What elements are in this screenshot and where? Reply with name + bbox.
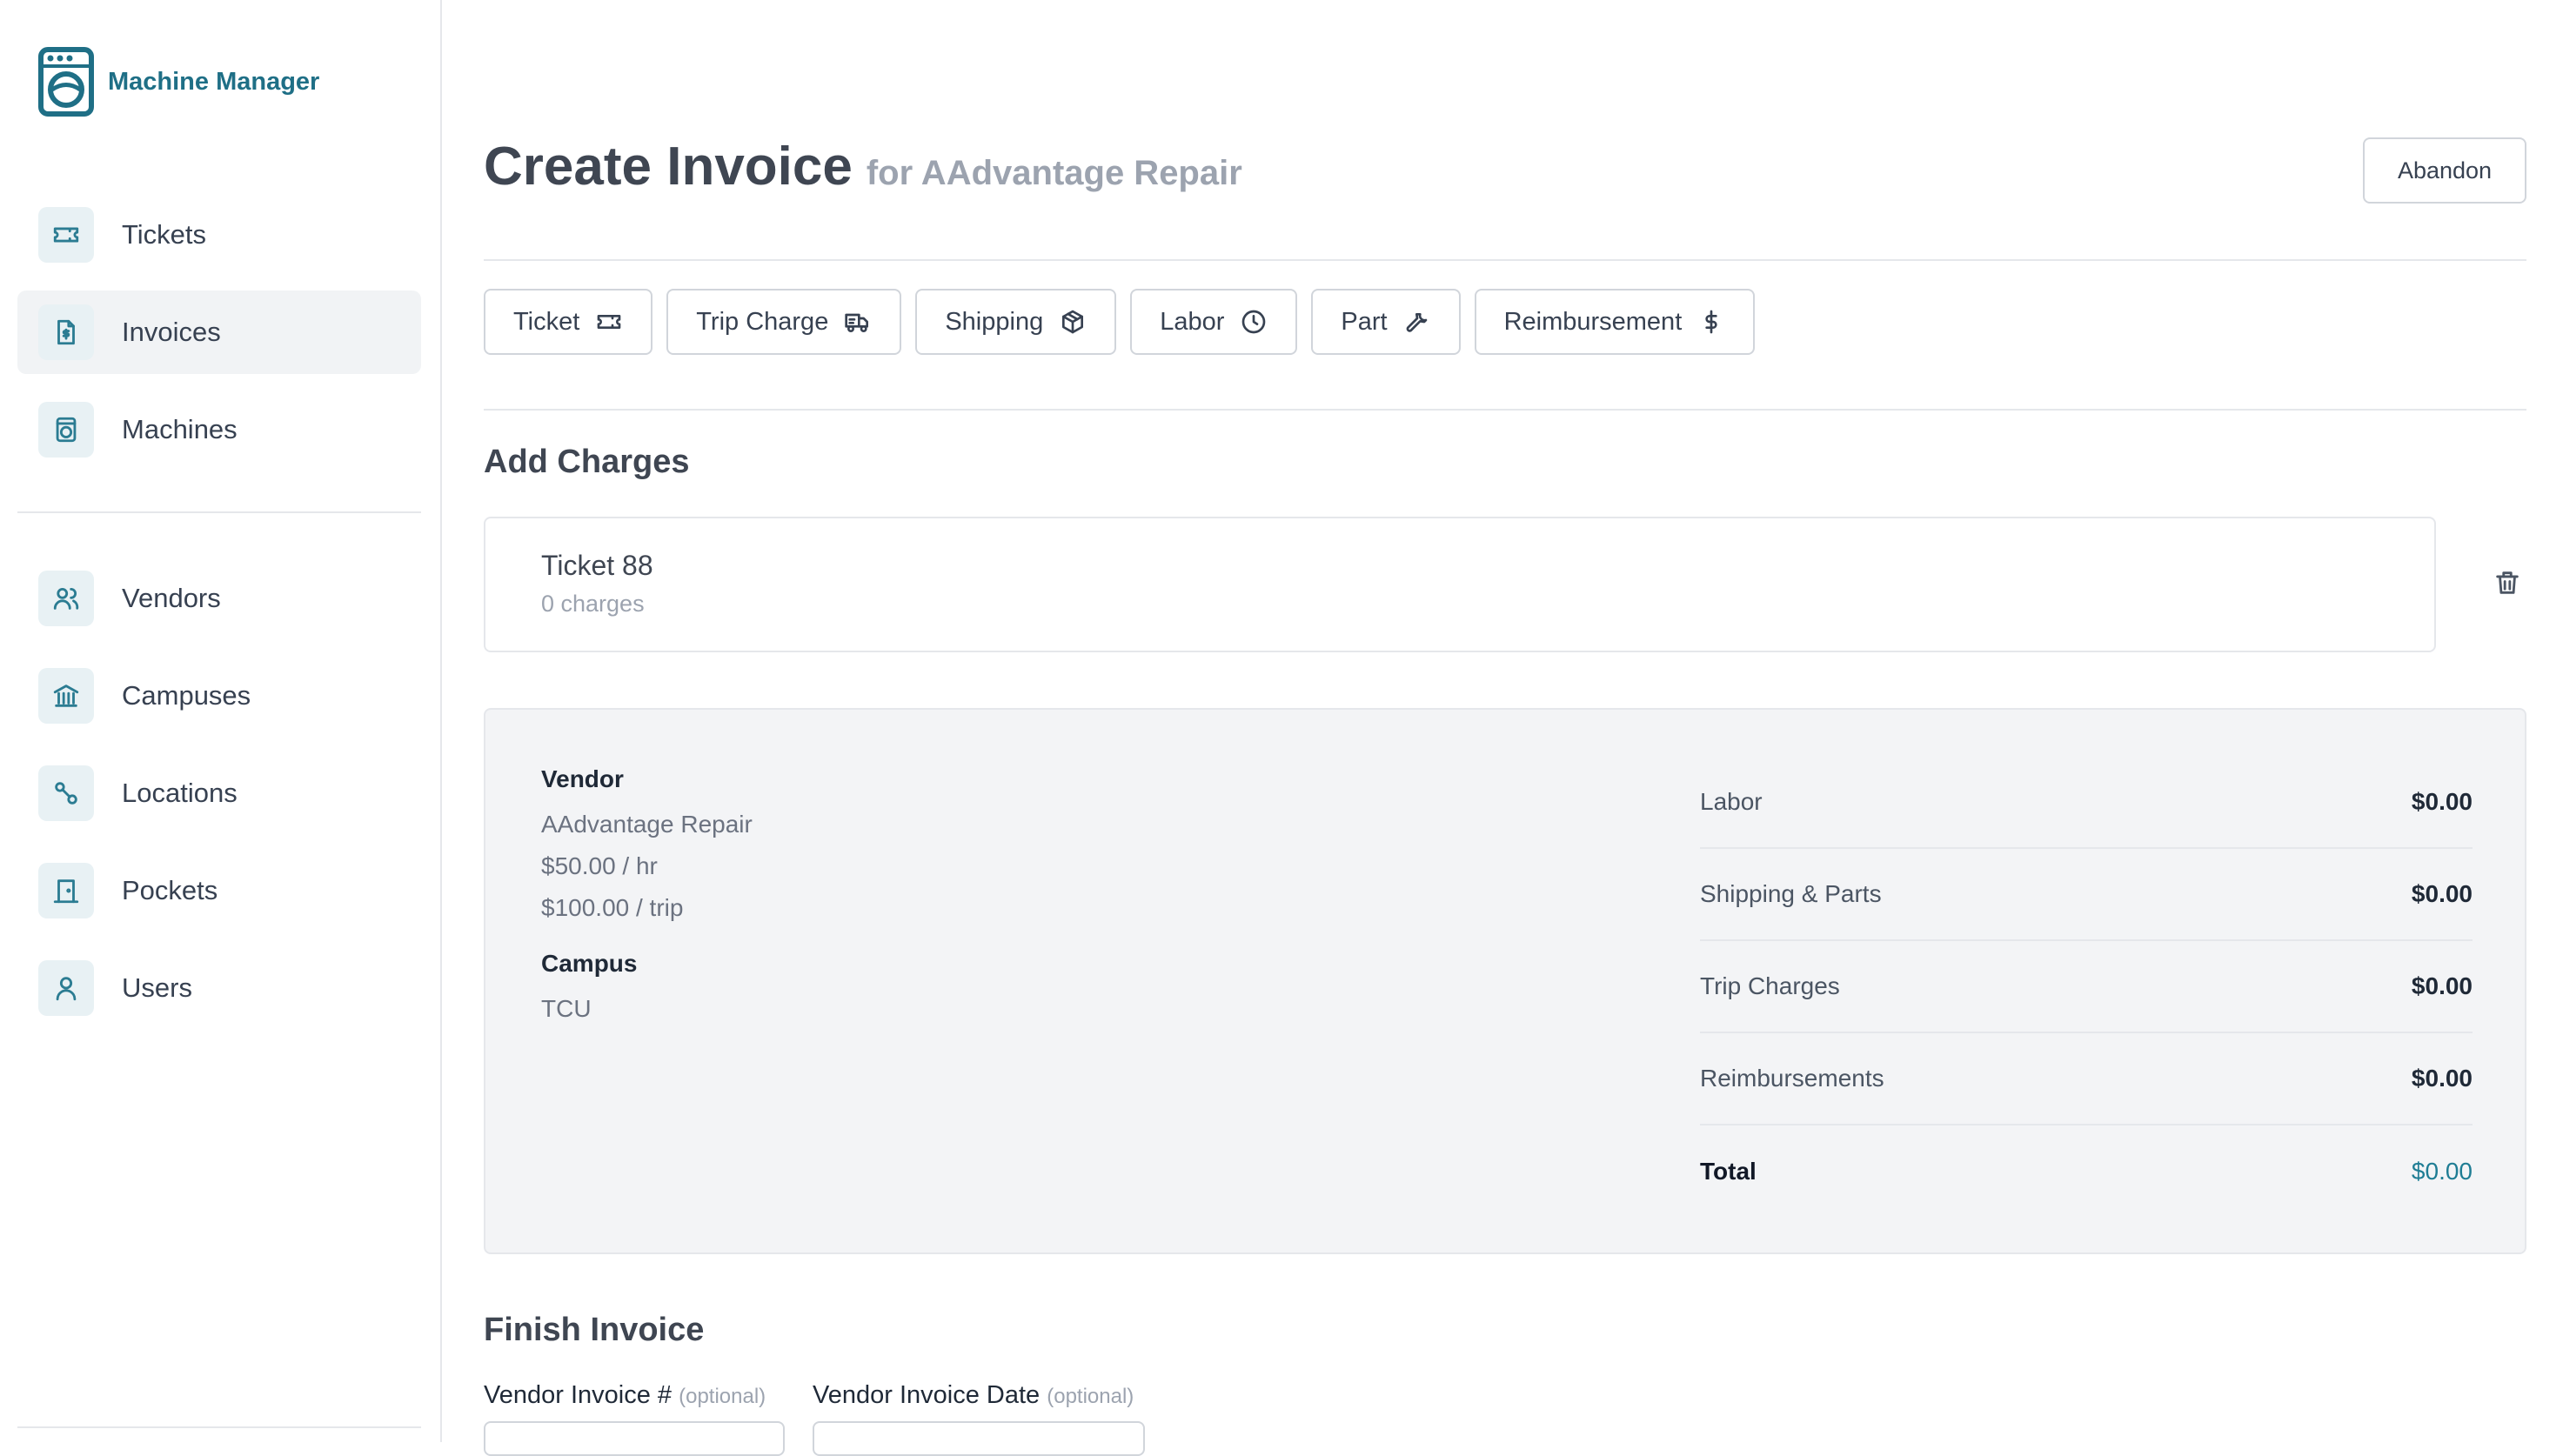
- sidebar-item-machines[interactable]: Machines: [17, 388, 421, 471]
- washing-machine-icon: [38, 402, 94, 458]
- ticket-charge-count: 0 charges: [541, 591, 645, 617]
- sidebar-footer-divider: [17, 1426, 421, 1428]
- users-icon: [38, 571, 94, 626]
- user-icon: [38, 960, 94, 1016]
- chips-divider: [484, 409, 2526, 411]
- sidebar-item-campuses[interactable]: Campuses: [17, 654, 421, 738]
- optional-tag: (optional): [679, 1385, 766, 1408]
- campus-name: TCU: [541, 995, 592, 1022]
- total-row-trip-charges: Trip Charges $0.00: [1700, 941, 2473, 1033]
- sidebar-divider: [17, 511, 421, 513]
- abandon-button[interactable]: Abandon: [2363, 137, 2526, 204]
- invoice-summary: Vendor AAdvantage Repair $50.00 / hr $10…: [484, 708, 2526, 1254]
- sidebar-item-label: Users: [122, 972, 192, 1003]
- add-charges-heading: Add Charges: [484, 444, 690, 480]
- remove-ticket-button[interactable]: [2488, 564, 2526, 602]
- total-row-labor: Labor $0.00: [1700, 757, 2473, 849]
- route-pin-icon: [38, 765, 94, 821]
- add-trip-charge-button[interactable]: Trip Charge: [666, 289, 902, 355]
- ticket-icon: [38, 207, 94, 263]
- truck-icon: [845, 313, 869, 332]
- total-label: Reimbursements: [1700, 1065, 1884, 1092]
- total-value: $0.00: [2411, 880, 2473, 907]
- field-label-text: Vendor Invoice Date: [813, 1381, 1041, 1409]
- secondary-nav: Vendors Campuses Locations Pockets Users: [17, 557, 421, 1044]
- sidebar-item-invoices[interactable]: Invoices: [17, 291, 421, 374]
- main-content: Create Invoice for AAdvantage Repair Aba…: [484, 0, 2526, 1456]
- total-value: $0.00: [2411, 1065, 2473, 1092]
- vendor-info: Vendor AAdvantage Repair $50.00 / hr $10…: [541, 765, 753, 1030]
- sidebar: Machine Manager Tickets Invoices Machine…: [0, 0, 442, 1442]
- sidebar-item-label: Machines: [122, 414, 238, 444]
- brand[interactable]: Machine Manager: [38, 47, 319, 117]
- sidebar-item-label: Vendors: [122, 583, 221, 613]
- door-icon: [38, 863, 94, 918]
- sidebar-item-users[interactable]: Users: [17, 946, 421, 1030]
- ticket-title: Ticket 88: [541, 550, 653, 581]
- sidebar-item-tickets[interactable]: Tickets: [17, 193, 421, 277]
- vendor-block: Vendor AAdvantage Repair $50.00 / hr $10…: [541, 765, 753, 929]
- campus-label: Campus: [541, 950, 638, 977]
- grand-total-label: Total: [1700, 1158, 1757, 1185]
- vendor-invoice-date-input[interactable]: [813, 1421, 1145, 1456]
- vendor-hourly-rate: $50.00 / hr: [541, 852, 658, 879]
- sidebar-item-vendors[interactable]: Vendors: [17, 557, 421, 640]
- add-reimbursement-button[interactable]: Reimbursement: [1474, 289, 1756, 355]
- trash-icon: [2496, 571, 2519, 594]
- washing-machine-logo-icon: [38, 47, 94, 117]
- building-icon: [38, 668, 94, 724]
- total-row-grand-total: Total $0.00: [1700, 1125, 2473, 1218]
- add-part-button[interactable]: Part: [1311, 289, 1461, 355]
- chip-label: Part: [1341, 307, 1388, 336]
- sidebar-item-label: Campuses: [122, 680, 251, 711]
- clock-icon: [1242, 310, 1266, 334]
- finish-invoice-heading: Finish Invoice: [484, 1312, 705, 1348]
- ticket-icon: [597, 315, 621, 329]
- chip-label: Labor: [1160, 307, 1225, 336]
- sidebar-item-label: Locations: [122, 778, 238, 808]
- page-subtitle: for AAdvantage Repair: [866, 154, 1242, 192]
- sidebar-item-label: Tickets: [122, 219, 207, 250]
- add-shipping-button[interactable]: Shipping: [915, 289, 1117, 355]
- vendor-invoice-date-label: Vendor Invoice Date (optional): [813, 1381, 1134, 1410]
- total-value: $0.00: [2411, 788, 2473, 815]
- field-label-text: Vendor Invoice #: [484, 1381, 673, 1409]
- chip-label: Ticket: [513, 307, 580, 336]
- sidebar-item-label: Pockets: [122, 875, 218, 905]
- vendor-label: Vendor: [541, 765, 624, 792]
- grand-total-value: $0.00: [2411, 1158, 2473, 1185]
- totals-table: Labor $0.00 Shipping & Parts $0.00 Trip …: [1700, 757, 2473, 1218]
- chip-label: Shipping: [945, 307, 1044, 336]
- sidebar-item-pockets[interactable]: Pockets: [17, 849, 421, 932]
- primary-nav: Tickets Invoices Machines: [17, 193, 421, 485]
- total-row-shipping-parts: Shipping & Parts $0.00: [1700, 849, 2473, 941]
- sidebar-item-locations[interactable]: Locations: [17, 751, 421, 835]
- invoice-dollar-icon: [38, 304, 94, 360]
- total-label: Labor: [1700, 788, 1763, 815]
- wrench-icon: [1406, 313, 1427, 332]
- total-row-reimbursements: Reimbursements $0.00: [1700, 1033, 2473, 1125]
- page-header: Create Invoice for AAdvantage Repair: [484, 136, 1242, 197]
- header-divider: [484, 259, 2526, 261]
- page-title: Create Invoice: [484, 137, 853, 197]
- sidebar-item-label: Invoices: [122, 317, 221, 347]
- total-label: Trip Charges: [1700, 972, 1840, 999]
- add-ticket-button[interactable]: Ticket: [484, 289, 653, 355]
- dollar-icon: [1705, 310, 1717, 334]
- charge-type-buttons: Ticket Trip Charge Shipping Labor Part R…: [484, 289, 1756, 355]
- chip-label: Trip Charge: [696, 307, 829, 336]
- vendor-trip-rate: $100.00 / trip: [541, 894, 684, 921]
- vendor-name: AAdvantage Repair: [541, 811, 753, 838]
- total-label: Shipping & Parts: [1700, 880, 1882, 907]
- add-labor-button[interactable]: Labor: [1130, 289, 1298, 355]
- optional-tag: (optional): [1047, 1385, 1134, 1408]
- app-name: Machine Manager: [108, 67, 320, 96]
- campus-block: Campus TCU: [541, 950, 753, 1030]
- package-icon: [1062, 310, 1084, 334]
- vendor-invoice-number-label: Vendor Invoice # (optional): [484, 1381, 766, 1410]
- vendor-invoice-number-input[interactable]: [484, 1421, 785, 1456]
- ticket-card[interactable]: Ticket 88 0 charges: [484, 517, 2436, 652]
- total-value: $0.00: [2411, 972, 2473, 999]
- chip-label: Reimbursement: [1503, 307, 1683, 336]
